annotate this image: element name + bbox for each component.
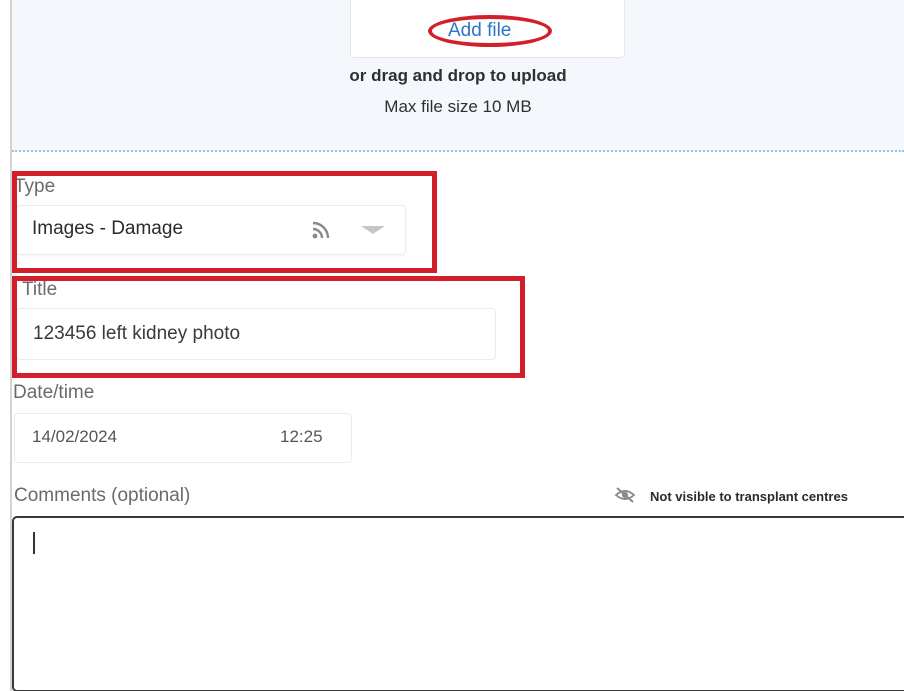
date-value: 14/02/2024 [32, 427, 118, 446]
eye-off-icon [614, 487, 636, 503]
upload-document-form: Add file or drag and drop to upload Max … [0, 0, 904, 691]
drag-drop-text: or drag and drop to upload [349, 66, 567, 85]
comments-textarea[interactable] [12, 516, 904, 691]
visibility-note: Not visible to transplant centres [650, 489, 848, 504]
datetime-label: Date/time [13, 382, 95, 403]
time-value: 12:25 [280, 427, 323, 446]
title-highlight-box [12, 276, 525, 378]
highlight-ellipse [428, 15, 552, 47]
comments-label: Comments (optional) [14, 485, 191, 506]
max-file-size-text: Max file size 10 MB [384, 97, 532, 116]
text-cursor [33, 532, 35, 554]
type-highlight-box [12, 171, 437, 273]
